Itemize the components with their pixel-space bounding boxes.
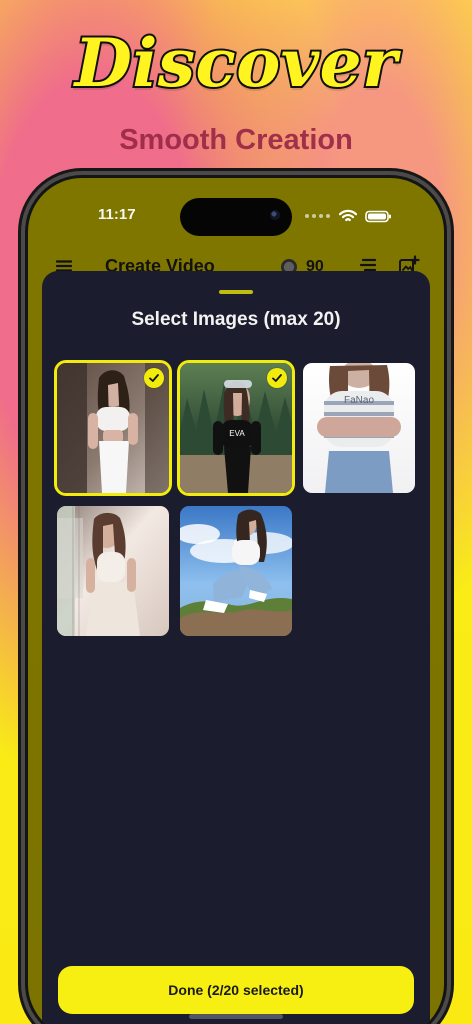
phone-screen: 11:17 Create Video 90 Select Images (max… — [28, 178, 444, 1024]
status-icons — [305, 209, 392, 223]
svg-text:EVA: EVA — [229, 429, 245, 438]
home-indicator — [189, 1014, 283, 1019]
list-icon[interactable] — [359, 258, 376, 272]
phone-frame: 11:17 Create Video 90 Select Images (max… — [28, 178, 444, 1024]
sheet-handle[interactable] — [219, 290, 253, 294]
photo-thumbnail-image — [180, 506, 292, 636]
photo-thumbnail-image: FaNao — [303, 363, 415, 493]
selected-check-icon — [144, 368, 164, 388]
image-thumbnail[interactable] — [57, 363, 169, 493]
status-time: 11:17 — [98, 206, 136, 223]
svg-text:FaNao: FaNao — [344, 395, 374, 406]
image-thumbnail[interactable]: EVA — [180, 363, 292, 493]
done-button[interactable]: Done (2/20 selected) — [58, 966, 414, 1014]
image-thumbnail[interactable] — [180, 506, 292, 636]
selected-check-icon — [267, 368, 287, 388]
front-camera-icon — [270, 210, 280, 220]
image-selection-sheet: Select Images (max 20) EVA FaNao Done (2… — [42, 271, 430, 1024]
wifi-icon — [339, 209, 357, 223]
image-thumbnail[interactable] — [57, 506, 169, 636]
battery-icon — [365, 210, 392, 223]
signal-icon — [305, 213, 331, 219]
dynamic-island — [180, 198, 292, 236]
photo-thumbnail-image — [57, 506, 169, 636]
promo-screen: Discover Smooth Creation 11:17 Create Vi… — [0, 0, 472, 1024]
image-thumbnail[interactable]: FaNao — [303, 363, 415, 493]
sheet-title: Select Images (max 20) — [131, 309, 341, 330]
hero-subtitle: Smooth Creation — [119, 124, 353, 156]
hero-title: Discover — [73, 22, 399, 104]
